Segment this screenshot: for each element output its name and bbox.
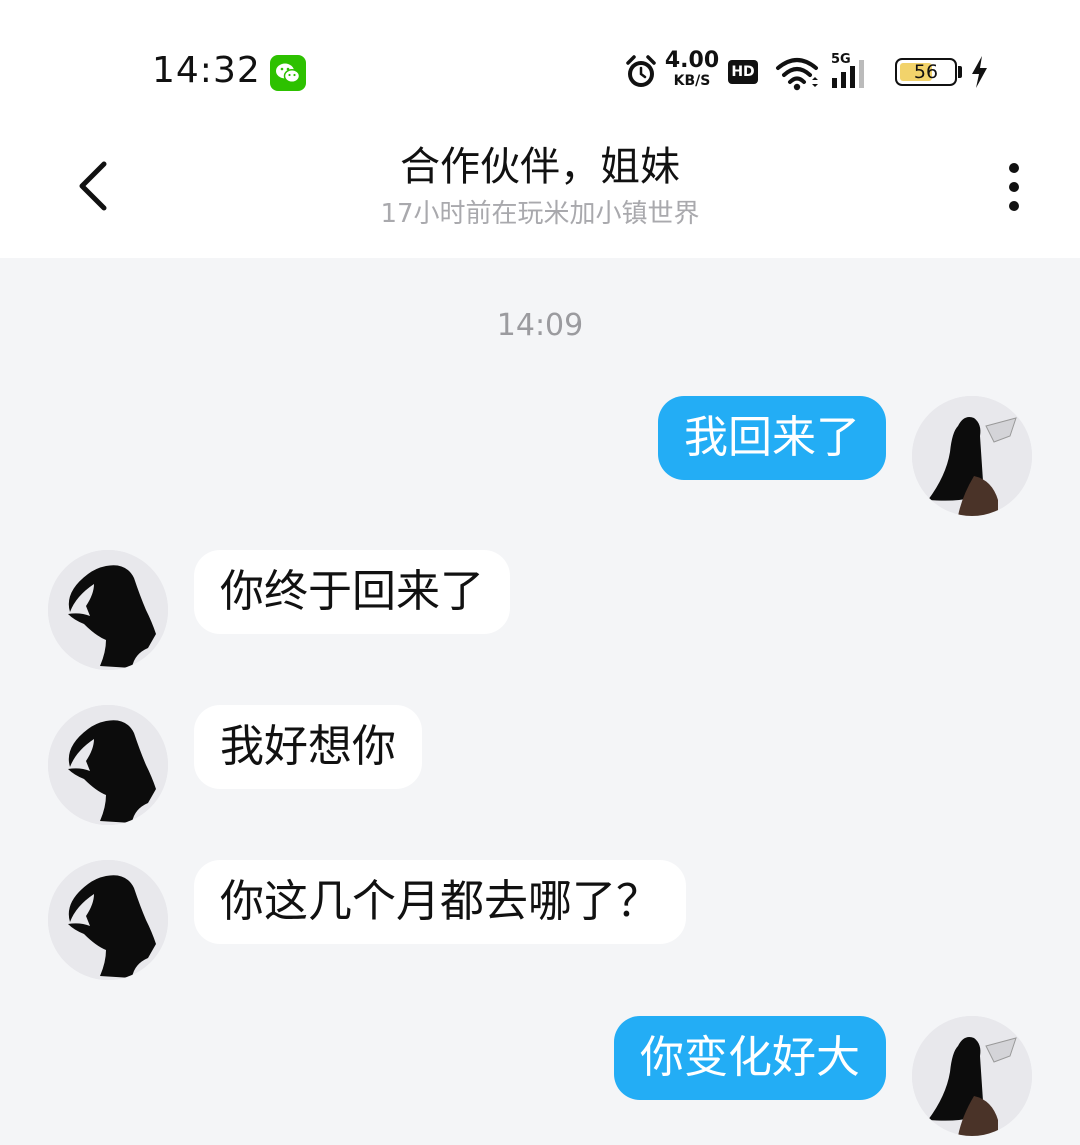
message-bubble-outgoing[interactable]: 我回来了 <box>658 396 886 480</box>
chat-status-subtitle: 17小时前在玩米加小镇世界 <box>380 199 700 229</box>
silhouette-avatar-icon <box>48 860 168 980</box>
friend-avatar[interactable] <box>48 550 168 670</box>
wifi-icon <box>776 58 818 91</box>
top-bar: 14:32 4.00 KB/S HD 5G 56 合作伙伴，姐妹 17小时前在玩… <box>0 0 1080 258</box>
friend-avatar[interactable] <box>48 860 168 980</box>
message-bubble-incoming[interactable]: 你这几个月都去哪了？ <box>194 860 686 944</box>
alarm-icon <box>626 55 656 87</box>
friend-avatar[interactable] <box>48 705 168 825</box>
my-avatar[interactable] <box>912 396 1032 516</box>
message-bubble-incoming[interactable]: 我好想你 <box>194 705 422 789</box>
message-timestamp: 14:09 <box>496 308 584 343</box>
charging-bolt-icon <box>972 56 987 88</box>
battery-cap <box>958 66 962 78</box>
my-avatar[interactable] <box>912 1016 1032 1136</box>
signal-icon <box>832 60 864 88</box>
long-hair-girl-avatar-icon <box>912 1016 1032 1136</box>
silhouette-avatar-icon <box>48 550 168 670</box>
more-vertical-icon[interactable] <box>994 158 1034 218</box>
long-hair-girl-avatar-icon <box>912 396 1032 516</box>
network-speed-value: 4.00 <box>664 48 720 73</box>
hd-badge: HD <box>728 60 758 84</box>
network-speed: 4.00 KB/S <box>664 48 720 89</box>
message-bubble-outgoing[interactable]: 你变化好大 <box>614 1016 886 1100</box>
chat-title: 合作伙伴，姐妹 <box>400 144 680 190</box>
battery-level: 56 <box>913 61 939 83</box>
battery-icon: 56 <box>895 58 957 86</box>
wechat-icon <box>270 55 306 91</box>
silhouette-avatar-icon <box>48 705 168 825</box>
network-speed-unit: KB/S <box>673 73 711 89</box>
status-time: 14:32 <box>152 50 261 91</box>
message-bubble-incoming[interactable]: 你终于回来了 <box>194 550 510 634</box>
